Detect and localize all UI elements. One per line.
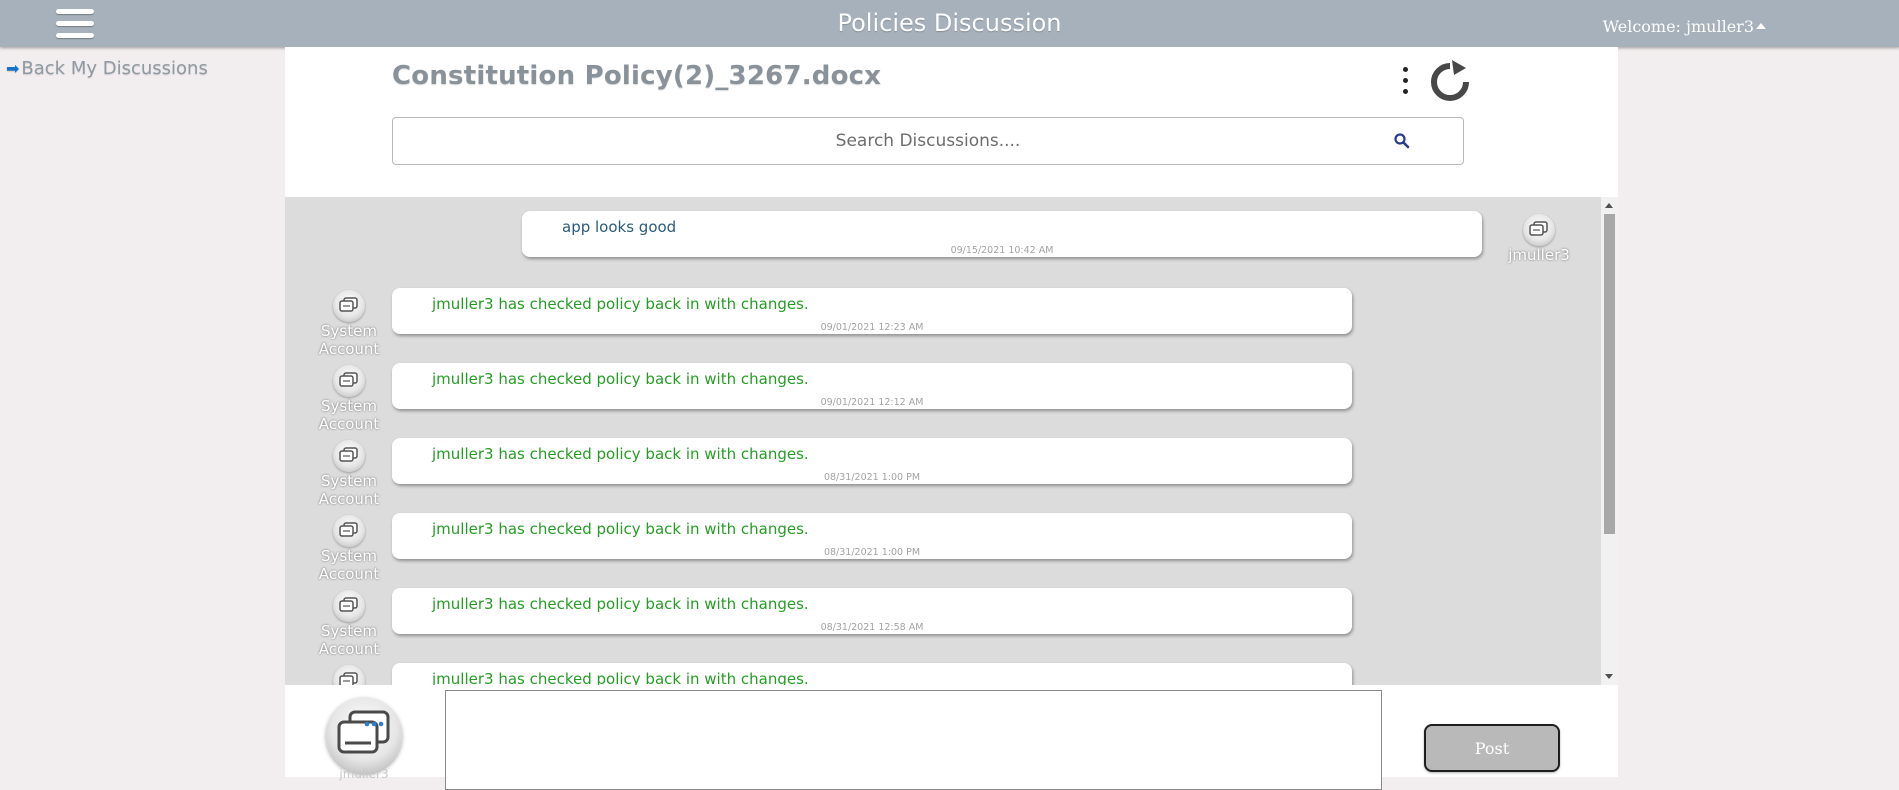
message-text: jmuller3 has checked policy back in with… xyxy=(432,670,809,685)
message-bubble-system: jmuller3 has checked policy back in with… xyxy=(392,513,1352,559)
avatar: System Account xyxy=(314,515,384,583)
avatar: System Account xyxy=(314,590,384,658)
back-link-label: Back My Discussions xyxy=(21,58,208,79)
message-text: jmuller3 has checked policy back in with… xyxy=(432,295,809,313)
message-timestamp: 08/31/2021 1:00 PM xyxy=(823,547,921,558)
avatar-name: jmuller3 xyxy=(1508,246,1570,264)
scroll-down-icon[interactable] xyxy=(1605,674,1613,679)
avatar: jmuller3 xyxy=(1504,214,1574,264)
chat-bubbles-icon xyxy=(333,365,365,397)
message-timestamp: 08/31/2021 1:00 PM xyxy=(823,472,921,483)
message-bubble-system: jmuller3 has checked policy back in with… xyxy=(392,363,1352,409)
back-my-discussions-link[interactable]: ➡ Back My Discussions xyxy=(6,58,208,79)
chat-bubbles-icon xyxy=(333,665,365,685)
message-input[interactable] xyxy=(445,690,1382,790)
scrollbar-thumb[interactable] xyxy=(1604,214,1615,534)
message-text: app looks good xyxy=(562,218,677,236)
message-timestamp: 09/01/2021 12:23 AM xyxy=(820,322,924,333)
message-text: jmuller3 has checked policy back in with… xyxy=(432,445,809,463)
avatar: System Account xyxy=(314,290,384,358)
search-icon[interactable] xyxy=(1393,132,1411,150)
message-timestamp: 08/31/2021 12:58 AM xyxy=(820,622,924,633)
chat-bubbles-icon xyxy=(1523,214,1555,246)
message-timestamp: 09/15/2021 10:42 AM xyxy=(950,245,1054,256)
chat-bubbles-icon xyxy=(333,440,365,472)
chat-bubbles-icon xyxy=(333,590,365,622)
message-bubble-system: jmuller3 has checked policy back in with… xyxy=(392,438,1352,484)
post-button[interactable]: Post xyxy=(1424,724,1560,772)
message-bubble-system: jmuller3 has checked policy back in with… xyxy=(392,663,1352,685)
message-text: jmuller3 has checked policy back in with… xyxy=(432,595,809,613)
welcome-text: Welcome: jmuller3 xyxy=(1602,17,1754,36)
discussion-panel: Constitution Policy(2)_3267.docx Search … xyxy=(285,47,1618,790)
chat-bubbles-icon xyxy=(333,290,365,322)
avatar: System Account xyxy=(314,365,384,433)
avatar-name: System Account xyxy=(318,322,380,358)
avatar-name: System Account xyxy=(318,547,380,583)
composer-avatar xyxy=(326,697,402,773)
message-text: jmuller3 has checked policy back in with… xyxy=(432,370,809,388)
search-input[interactable]: Search Discussions.... xyxy=(393,131,1463,151)
caret-up-icon xyxy=(1756,23,1766,29)
avatar xyxy=(314,665,384,685)
scroll-up-icon[interactable] xyxy=(1605,203,1613,208)
composer-author: jmuller3 xyxy=(339,767,389,781)
message-timestamp: 09/01/2021 12:12 AM xyxy=(820,397,924,408)
refresh-icon[interactable] xyxy=(1428,60,1472,104)
message-bubble-user: app looks good 09/15/2021 10:42 AM xyxy=(522,211,1482,257)
message-bubble-system: jmuller3 has checked policy back in with… xyxy=(392,588,1352,634)
avatar: System Account xyxy=(314,440,384,508)
message-bubble-system: jmuller3 has checked policy back in with… xyxy=(392,288,1352,334)
discussion-feed[interactable]: app looks good 09/15/2021 10:42 AM jmull… xyxy=(285,197,1618,685)
user-menu[interactable]: Welcome: jmuller3 xyxy=(1603,17,1766,36)
document-title: Constitution Policy(2)_3267.docx xyxy=(392,61,882,91)
avatar-name: System Account xyxy=(318,472,380,508)
top-bar: Policies Discussion Welcome: jmuller3 xyxy=(0,0,1899,47)
avatar-name: System Account xyxy=(318,622,380,658)
feed-scrollbar[interactable] xyxy=(1601,197,1618,685)
arrow-right-icon: ➡ xyxy=(6,59,20,78)
more-vertical-icon[interactable] xyxy=(1400,65,1410,97)
avatar-name: System Account xyxy=(318,397,380,433)
search-box[interactable]: Search Discussions.... xyxy=(392,117,1464,165)
message-text: jmuller3 has checked policy back in with… xyxy=(432,520,809,538)
chat-bubbles-icon xyxy=(333,515,365,547)
